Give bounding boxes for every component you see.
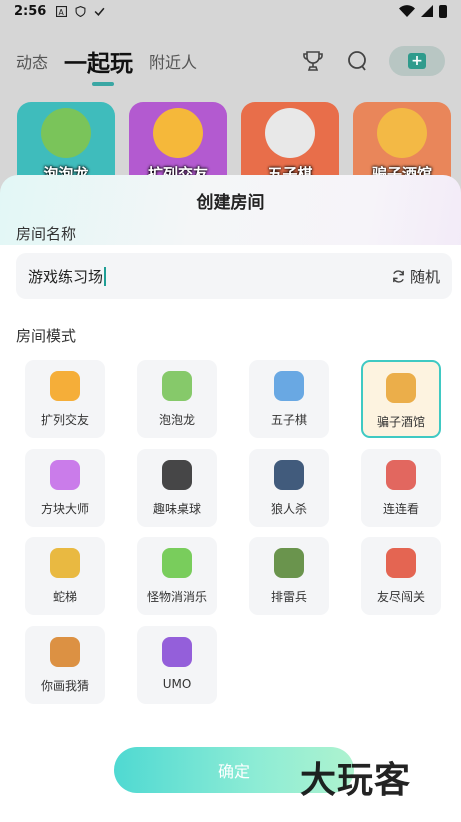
- room-mode-label-text: 趣味桌球: [152, 502, 201, 516]
- room-mode-label-text: 你画我猜: [40, 679, 89, 693]
- room-mode-tile[interactable]: 扩列交友: [25, 360, 105, 438]
- tab-dynamics[interactable]: 动态: [16, 49, 48, 73]
- room-mode-tile[interactable]: UMO: [137, 626, 217, 704]
- sheet-title: 创建房间: [196, 193, 265, 213]
- room-mode-label-text: 狼人杀: [270, 502, 307, 516]
- room-mode-tile[interactable]: 方块大师: [25, 449, 105, 527]
- room-mode-tile[interactable]: 连连看: [361, 449, 441, 527]
- svg-text:A: A: [59, 7, 65, 16]
- flag-icon: [386, 548, 416, 578]
- room-mode-tile[interactable]: 趣味桌球: [137, 449, 217, 527]
- monster-icon: [162, 548, 192, 578]
- go-board-icon: [265, 108, 315, 158]
- room-name-label: 房间名称: [16, 225, 77, 243]
- wifi-icon: [399, 5, 415, 17]
- room-name-value: 游戏练习场: [28, 267, 104, 286]
- room-name-input[interactable]: 游戏练习场 随机: [16, 253, 452, 299]
- soldier-icon: [274, 548, 304, 578]
- room-mode-label-text: 排雷兵: [270, 590, 307, 604]
- check-icon: [94, 7, 105, 16]
- beer-mug-icon: [386, 373, 416, 403]
- palette-icon: [50, 637, 80, 667]
- room-mode-label-text: UMO: [162, 677, 192, 691]
- chat-bubble-icon[interactable]: [345, 49, 369, 73]
- home-plus-icon: +: [408, 53, 426, 69]
- room-mode-label-text: 友尽闯关: [376, 590, 425, 604]
- cube-icon: [50, 460, 80, 490]
- create-room-button[interactable]: +: [389, 46, 445, 76]
- room-mode-label-text: 扩列交友: [40, 413, 89, 427]
- heart-face-icon: [153, 108, 203, 158]
- create-room-sheet: 创建房间 房间名称 游戏练习场 随机 房间模式 扩列交友 泡泡龙 五子棋 骗子酒馆方块…: [0, 175, 461, 822]
- room-mode-tile[interactable]: 蛇梯: [25, 537, 105, 615]
- shield-icon: [75, 5, 86, 17]
- random-name-button[interactable]: 随机: [391, 266, 440, 287]
- room-mode-label: 房间模式: [16, 327, 77, 345]
- top-nav: 动态 一起玩 附近人 +: [0, 38, 461, 86]
- room-mode-tile[interactable]: 友尽闯关: [361, 537, 441, 615]
- room-mode-label-text: 怪物消消乐: [146, 590, 207, 604]
- tab-play-together[interactable]: 一起玩: [64, 44, 133, 86]
- trophy-icon[interactable]: [301, 49, 325, 73]
- text-caret: [104, 266, 107, 286]
- signal-icon: [421, 5, 433, 17]
- room-mode-tile[interactable]: 狼人杀: [249, 449, 329, 527]
- refresh-icon: [393, 269, 404, 283]
- tab-nearby[interactable]: 附近人: [149, 49, 197, 73]
- billiard-ball-icon: [162, 460, 192, 490]
- wolf-icon: [274, 460, 304, 490]
- random-label: 随机: [409, 267, 440, 286]
- status-bar: 2:56 A: [0, 0, 461, 22]
- room-mode-label-text: 蛇梯: [52, 590, 77, 604]
- heart-face-icon: [50, 371, 80, 401]
- go-board-icon: [274, 371, 304, 401]
- room-mode-label-text: 五子棋: [270, 413, 307, 427]
- beer-mug-icon: [377, 108, 427, 158]
- room-mode-label-text: 骗子酒馆: [376, 415, 425, 429]
- room-mode-label-text: 连连看: [382, 502, 419, 516]
- uno-cards-icon: [162, 637, 192, 667]
- app-notification-icon: A: [56, 5, 68, 17]
- room-mode-tile[interactable]: 五子棋: [249, 360, 329, 438]
- room-mode-tile[interactable]: 排雷兵: [249, 537, 329, 615]
- room-mode-tile[interactable]: 骗子酒馆: [361, 360, 441, 438]
- room-mode-label-text: 方块大师: [40, 502, 89, 516]
- status-time: 2:56: [14, 3, 47, 19]
- battery-icon: [439, 4, 447, 18]
- watermark-logo: 大玩客: [300, 759, 412, 801]
- snake-icon: [50, 548, 80, 578]
- room-mode-label-text: 泡泡龙: [158, 413, 195, 427]
- room-mode-tile[interactable]: 你画我猜: [25, 626, 105, 704]
- room-mode-tile[interactable]: 泡泡龙: [137, 360, 217, 438]
- room-mode-tile[interactable]: 怪物消消乐: [137, 537, 217, 615]
- dragon-icon: [41, 108, 91, 158]
- tiles-icon: [386, 460, 416, 490]
- dragon-icon: [162, 371, 192, 401]
